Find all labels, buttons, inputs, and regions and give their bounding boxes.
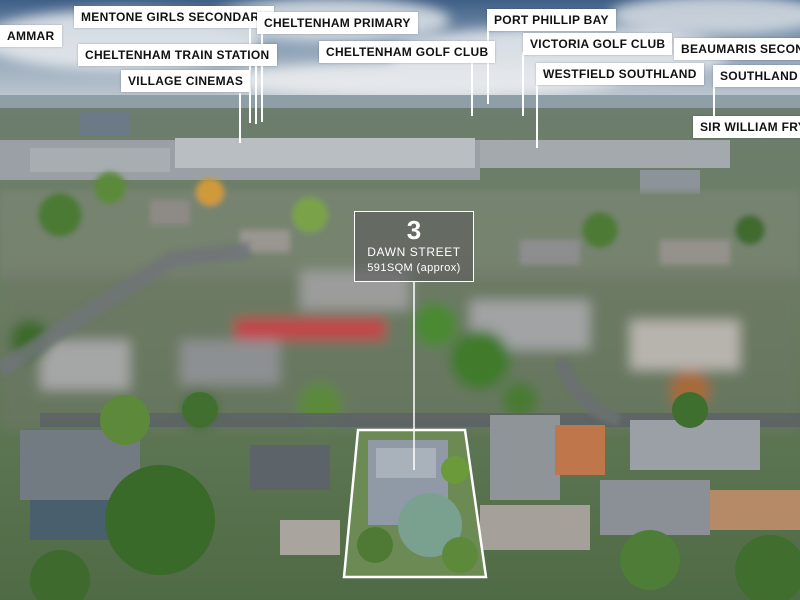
label-victoria-golf-club: VICTORIA GOLF CLUB	[523, 33, 673, 55]
label-beaumaris-secondary: BEAUMARIS SECONDA	[674, 38, 800, 60]
property-street: DAWN STREET	[367, 245, 461, 259]
label-mentone-girls-secondary: MENTONE GIRLS SECONDARY	[74, 6, 275, 28]
westfield-leader	[536, 84, 538, 148]
label-cheltenham-primary: CHELTENHAM PRIMARY	[257, 12, 418, 34]
cheltenham-station-leader	[255, 66, 257, 124]
label-southland-station: SOUTHLAND T	[713, 65, 800, 87]
property-land-area: 591SQM (approx)	[367, 262, 461, 274]
label-cheltenham-train-station: CHELTENHAM TRAIN STATION	[78, 44, 277, 66]
port-phillip-leader	[487, 28, 489, 104]
village-cinemas-leader	[239, 93, 241, 143]
cheltenham-golf-leader	[471, 63, 473, 116]
label-westfield-southland: WESTFIELD SOUTHLAND	[536, 63, 704, 85]
property-info-box: 3 DAWN STREET 591SQM (approx)	[354, 211, 474, 282]
aerial-photo	[0, 0, 800, 600]
label-port-phillip-bay: PORT PHILLIP BAY	[487, 9, 616, 31]
label-village-cinemas: VILLAGE CINEMAS	[121, 70, 251, 92]
label-cheltenham-golf-club: CHELTENHAM GOLF CLUB	[319, 41, 496, 63]
subject-property	[342, 428, 488, 579]
property-number: 3	[406, 215, 422, 245]
label-grammar: AMMAR	[0, 25, 62, 47]
label-sir-william-fry: SIR WILLIAM FRY R	[693, 116, 800, 138]
bay-water	[0, 95, 800, 109]
victoria-golf-leader	[522, 52, 524, 116]
